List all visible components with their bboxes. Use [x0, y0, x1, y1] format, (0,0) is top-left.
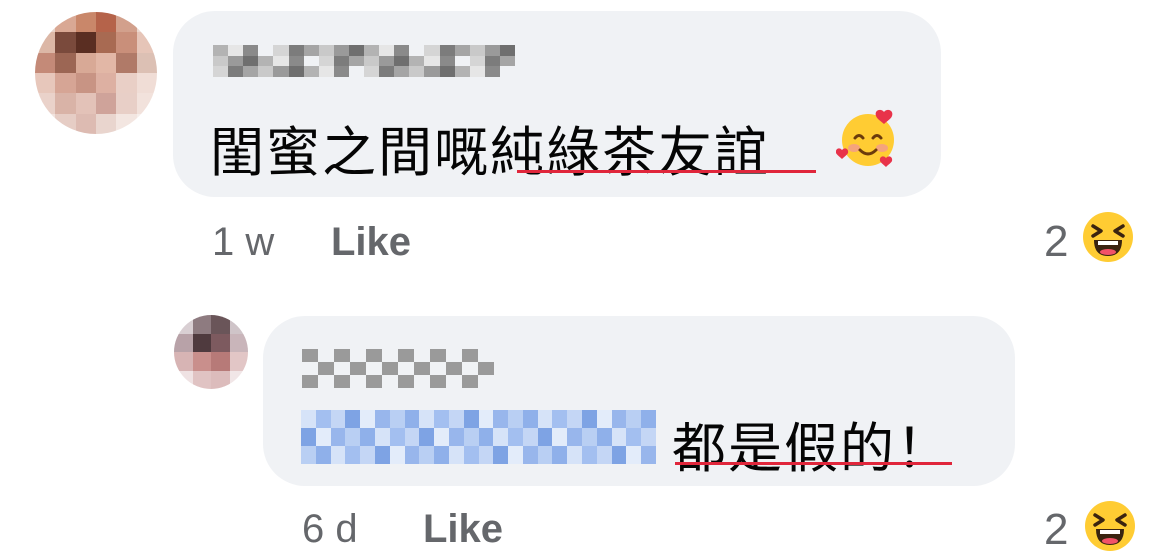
red-underline: [675, 462, 952, 465]
comment-timestamp[interactable]: 1 w: [212, 220, 274, 265]
haha-reaction-icon[interactable]: [1082, 211, 1134, 263]
comment-text: 都是假的！: [672, 404, 952, 483]
avatar[interactable]: [174, 315, 248, 389]
comment-text-highlight: 純綠茶友誼: [490, 123, 770, 183]
mention-tag-censored[interactable]: [301, 410, 656, 464]
author-name-censored[interactable]: [302, 349, 494, 388]
author-name-censored[interactable]: [213, 45, 515, 77]
avatar[interactable]: [35, 12, 157, 134]
reaction-count[interactable]: 2: [1044, 505, 1068, 555]
comment-timestamp[interactable]: 6 d: [302, 507, 358, 552]
comment-text: 閨蜜之間嘅純綠茶友誼: [210, 108, 770, 187]
haha-reaction-icon[interactable]: [1084, 500, 1136, 552]
comment-text-highlight: 都是假的！: [672, 419, 952, 479]
reaction-count[interactable]: 2: [1044, 217, 1068, 267]
smiling-face-with-hearts-icon: [836, 109, 894, 167]
like-button[interactable]: Like: [331, 220, 411, 265]
like-button[interactable]: Like: [423, 507, 503, 552]
comment-text-prefix: 閨蜜之間嘅: [210, 123, 490, 183]
red-underline: [517, 170, 816, 173]
